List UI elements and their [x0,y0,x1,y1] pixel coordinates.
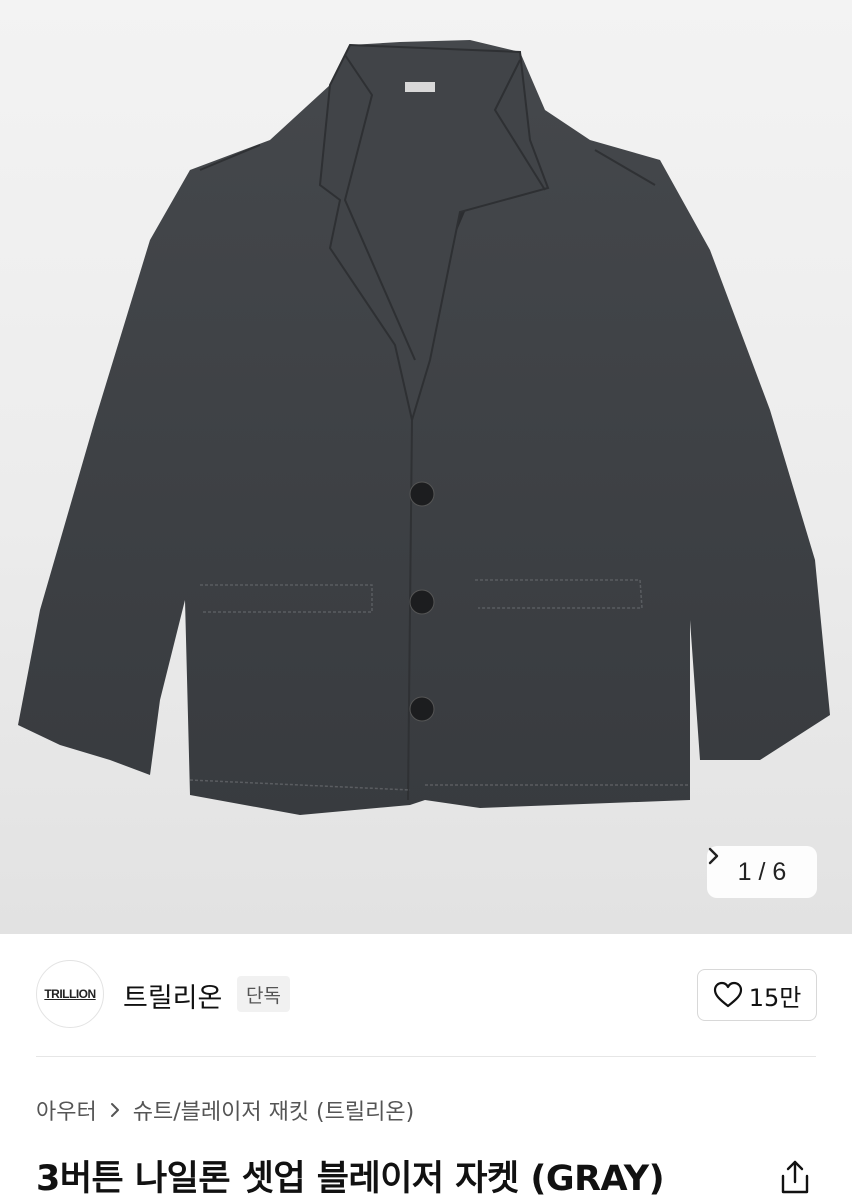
share-icon[interactable] [778,1158,812,1196]
image-counter-total: 6 [772,857,787,886]
image-counter-current: 1 [737,857,752,886]
exclusive-badge: 단독 [237,976,290,1012]
brand-row: TRILLION 트릴리온 단독 15만 [0,934,852,1056]
breadcrumb-subcategory[interactable]: 슈트/블레이저 재킷 (트릴리온) [133,1094,414,1126]
image-counter-separator: / [758,857,766,886]
breadcrumb: 아우터 슈트/블레이저 재킷 (트릴리온) [36,1094,414,1126]
chevron-right-icon [110,1103,119,1117]
chevron-right-icon[interactable] [707,846,721,866]
like-count: 15만 [748,983,802,1012]
heart-outline-icon [713,981,742,1008]
jacket-photo [18,40,830,815]
product-image-carousel[interactable]: 1 / 6 [0,0,852,934]
divider [36,1056,816,1057]
brand-logo-text: TRILLION [44,987,96,1001]
brand-name[interactable]: 트릴리온 [123,976,222,1015]
product-title: 3버튼 나일론 셋업 블레이저 자켓 (GRAY) [36,1159,665,1199]
brand-logo[interactable]: TRILLION [36,960,104,1028]
breadcrumb-category[interactable]: 아우터 [36,1094,97,1126]
exclusive-badge-label: 단독 [246,984,281,1007]
like-button[interactable]: 15만 [697,969,817,1021]
image-counter[interactable]: 1 / 6 [707,846,817,898]
